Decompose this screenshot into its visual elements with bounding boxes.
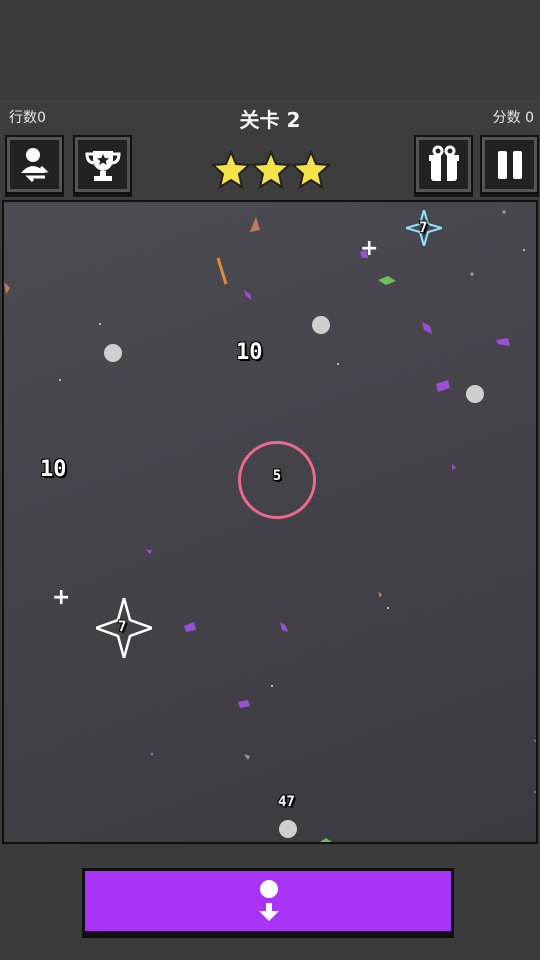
ball-pickup [312,316,330,334]
ring-value: 5 [272,468,282,484]
top-empty-bar [0,0,540,100]
trophy-button[interactable] [73,135,132,194]
star-icon [250,150,292,190]
star-icon [290,150,332,190]
share-button[interactable] [5,135,64,194]
plus-pickup-icon: + [360,236,379,261]
shuriken-value: 7 [118,619,127,635]
ball-pickup [104,344,122,362]
level-stars [212,150,332,190]
pause-icon [497,150,522,179]
number-block: 10 [236,340,263,365]
debris-particles [4,210,536,842]
launcher-ball [279,820,297,838]
gift-button[interactable] [414,135,473,194]
level-title: 关卡 2 [239,108,301,132]
person-swap-icon [20,147,49,182]
ball-count: 47 [278,794,295,810]
ball-pickup [466,385,484,403]
gift-icon [428,145,459,181]
score-count: 分数 0 [492,110,534,126]
play-field[interactable]: 10 10 5 + + 7 7 47 [2,200,538,844]
ball-down-arrow-icon [259,880,279,921]
pause-button[interactable] [480,135,539,194]
hud-panel: 行数0 关卡 2 分数 0 [0,100,540,200]
trophy-icon [84,150,121,181]
star-icon [212,150,252,190]
ring-target: 5 [238,441,316,519]
shuriken-value: 7 [419,220,428,236]
recall-balls-button[interactable] [82,868,454,934]
number-block: 10 [40,457,67,482]
plus-pickup-icon: + [52,585,71,610]
